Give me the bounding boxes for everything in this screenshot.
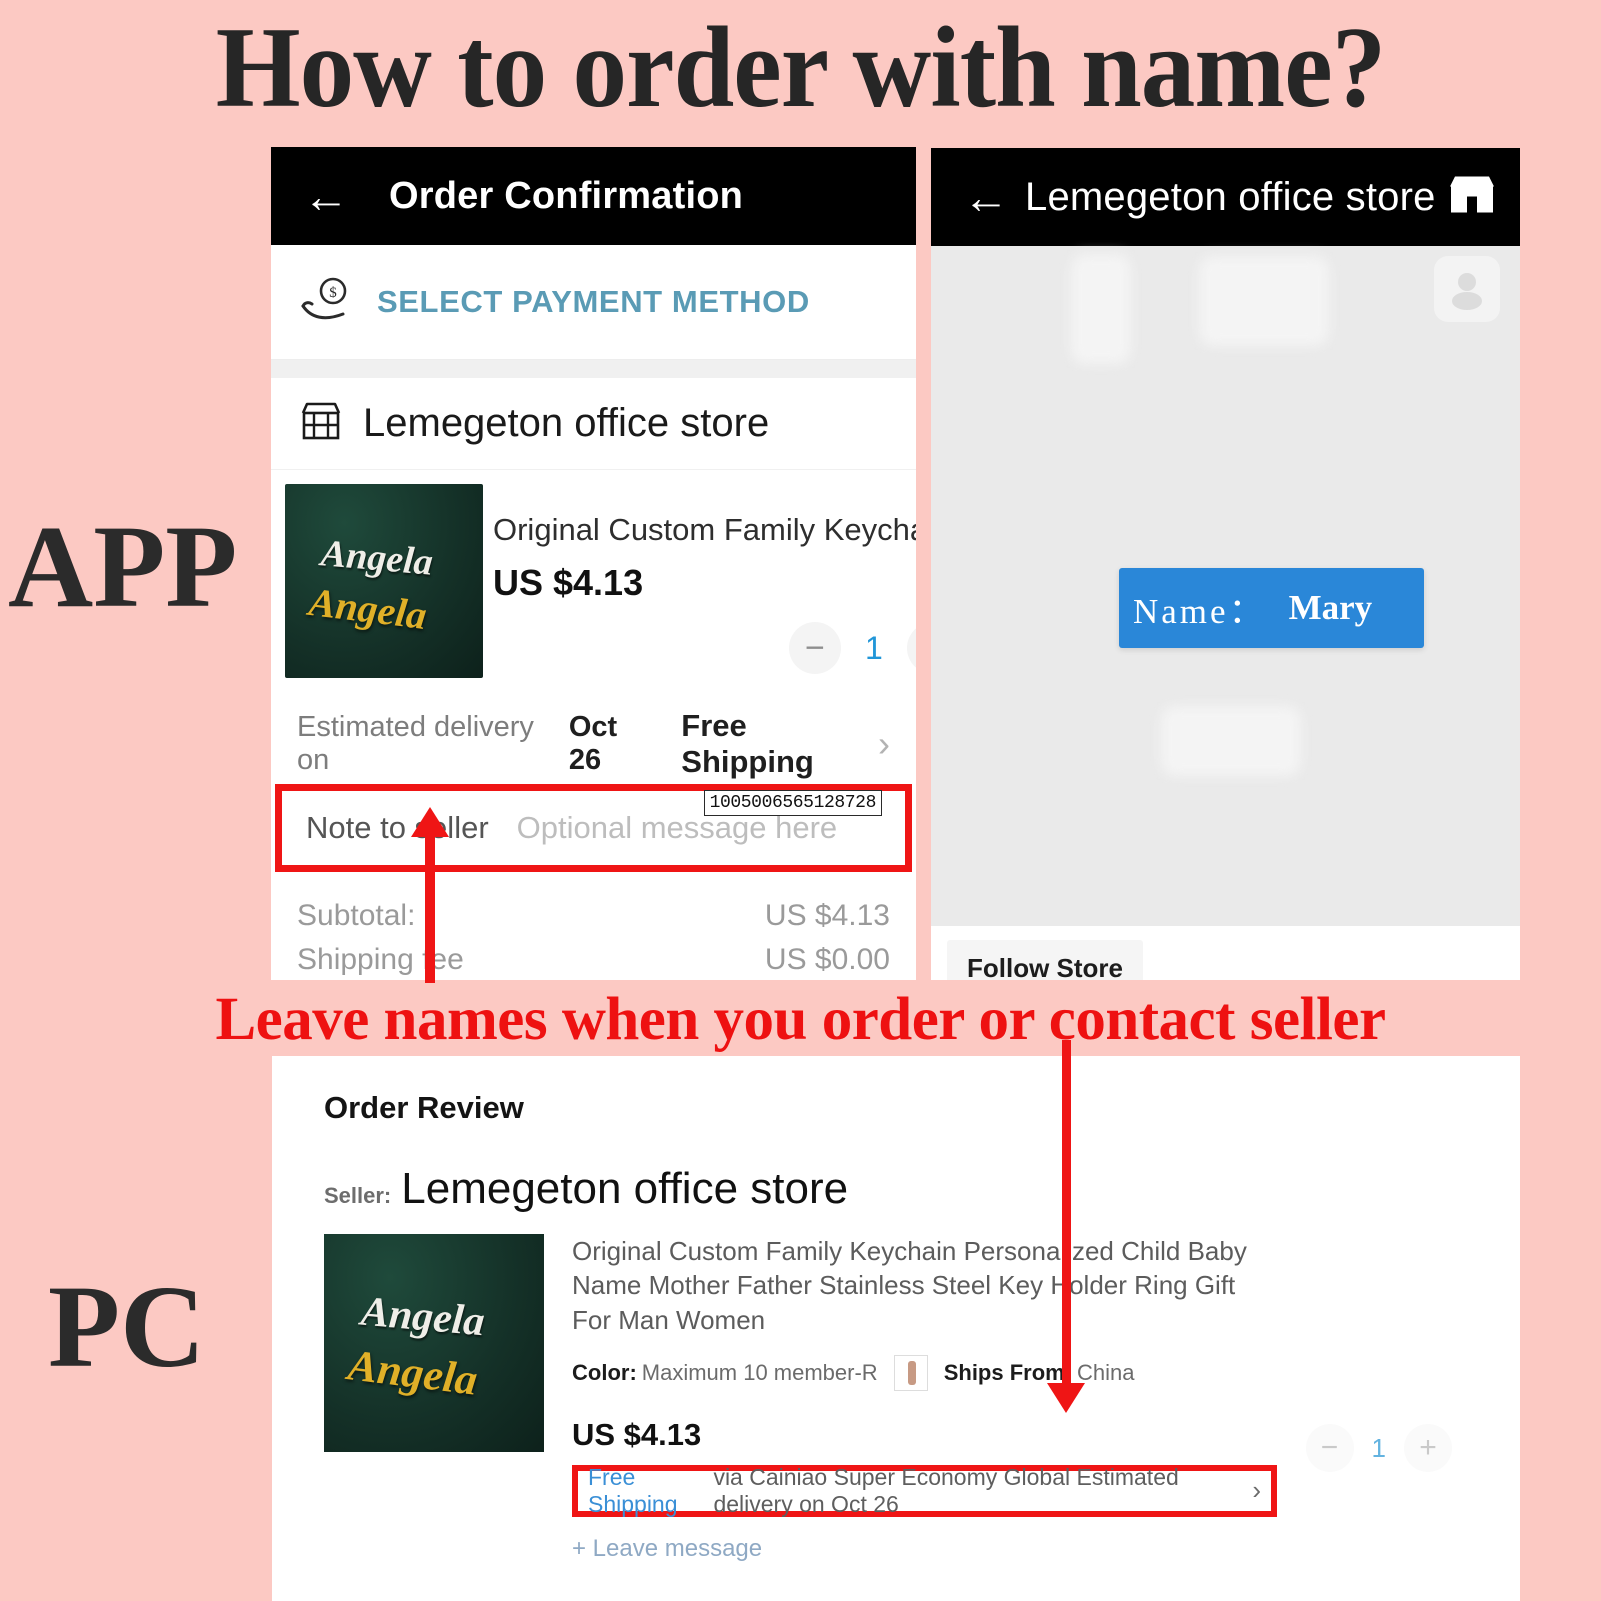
pc-color-label: Color: [572,1359,637,1385]
back-icon[interactable]: ← [955,174,1017,220]
pc-color-value: Maximum 10 member-R [641,1359,878,1385]
app-topbar-title: Order Confirmation [389,174,744,217]
chevron-right-icon[interactable]: › [1252,1475,1261,1506]
app-delivery-row[interactable]: Estimated delivery on Oct 26 Free Shippi… [271,704,916,784]
section-label-pc: PC [48,1261,206,1392]
pc-product-block: Angela Angela Original Custom Family Key… [324,1234,1470,1563]
chat-topbar-title: Lemegeton office store [1025,174,1436,219]
chevron-right-icon[interactable]: › [878,723,890,765]
app-topbar: ← Order Confirmation [271,147,916,245]
app-total-row-subtotal: Subtotal: US $4.13 [271,894,916,938]
pc-shipping-highlight-row[interactable]: Free Shipping via Cainiao Super Economy … [572,1463,1277,1517]
storefront-icon[interactable] [1446,173,1498,222]
shipping-fee-label: Shipping fee [297,943,464,976]
product-thumbnail[interactable]: Angela Angela [285,484,483,678]
chat-footer: Follow Store + Type your message here [931,926,1520,980]
pc-product-title[interactable]: Original Custom Family Keychain Personal… [572,1234,1252,1337]
pc-free-shipping-label: Free Shipping [588,1463,678,1517]
delivery-shipping-label: Free Shipping [681,708,814,779]
subtotal-label: Subtotal: [297,899,416,932]
pc-seller-row: Seller: Lemegeton office store [324,1164,1470,1214]
avatar [1434,256,1500,322]
chat-message-area: Name： Mary [931,246,1520,926]
pc-order-review-panel: Order Review Seller: Lemegeton office st… [272,1056,1520,1601]
app-product-title[interactable]: Original Custom Family Keychain … [493,512,916,548]
quantity-value: 1 [1371,1432,1386,1463]
chat-bubble-name: Name： Mary [1119,568,1424,648]
note-to-seller-highlight: Note to seller Optional message here 100… [275,784,912,872]
note-to-seller-label: Note to seller [306,810,489,845]
pc-quantity-stepper[interactable]: − 1 + [1305,1424,1452,1472]
blurred-message-placeholder [1199,256,1329,346]
pc-seller-label: Seller: [324,1183,392,1208]
pc-leave-message-link[interactable]: + Leave message [572,1535,1470,1563]
chat-bubble-name-key: Name： [1133,591,1267,631]
page-title: How to order with name? [215,4,1387,132]
shipping-fee-value: US $0.00 [764,943,890,976]
app-chat-panel: ← Lemegeton office store Name： Mary Foll… [931,148,1520,980]
app-order-confirmation-panel: ← Order Confirmation $ SELECT PAYMENT ME… [271,147,916,980]
app-product-block: Angela Angela Original Custom Family Key… [271,470,916,678]
thumbnail-name-gold: Angela [306,578,429,638]
instruction-banner: Leave names when you order or contact se… [215,986,1386,1053]
thumbnail-name-silver: Angela [359,1288,487,1346]
quantity-value: 1 [864,629,883,666]
delivery-prefix: Estimated delivery on [297,711,534,776]
quantity-increase-button[interactable]: + [1404,1424,1452,1472]
chat-topbar: ← Lemegeton office store [931,148,1520,246]
pc-heading: Order Review [324,1090,524,1125]
chat-bubble-name-value: Mary [1288,588,1373,627]
section-label-app: APP [8,501,238,632]
quantity-decrease-button[interactable]: − [1305,1424,1354,1472]
thumbnail-name-gold: Angela [345,1340,481,1406]
product-thumbnail[interactable]: Angela Angela [324,1234,544,1452]
subtotal-value: US $4.13 [764,899,890,932]
follow-store-button[interactable]: Follow Store [947,940,1143,980]
app-total-row-shipping: Shipping fee US $0.00 [271,938,916,980]
blurred-message-placeholder [1161,706,1301,776]
select-payment-method-label: SELECT PAYMENT METHOD [377,284,810,319]
annotation-arrow-note-to-seller [411,807,449,983]
color-swatch-icon [893,1354,928,1391]
annotation-arrow-pc-shipping [1047,1040,1085,1413]
quantity-increase-button[interactable]: + [906,622,916,674]
app-store-row[interactable]: Lemegeton office store [271,378,916,470]
svg-text:$: $ [329,285,337,301]
pc-product-meta: Color: Maximum 10 member-R Ships From: C… [572,1354,1470,1391]
delivery-date: Oct 26 [568,711,618,776]
app-quantity-stepper[interactable]: − 1 + [788,622,916,674]
select-payment-method-row[interactable]: $ SELECT PAYMENT METHOD [271,245,916,360]
app-product-price: US $4.13 [493,562,644,603]
app-store-name: Lemegeton office store [363,401,770,445]
pc-shipping-detail: via Cainiao Super Economy Global Estimat… [713,1463,1179,1517]
storefront-icon [299,401,343,446]
thumbnail-name-silver: Angela [319,532,435,585]
pc-ships-from-value: China [1077,1359,1135,1385]
back-icon[interactable]: ← [295,173,357,219]
sku-id-tag: 1005006565128728 [703,790,882,816]
pc-seller-name[interactable]: Lemegeton office store [401,1164,848,1214]
quantity-decrease-button[interactable]: − [788,622,841,674]
blurred-message-placeholder [1071,254,1131,364]
money-hand-icon: $ [299,276,353,329]
section-divider [271,360,916,378]
